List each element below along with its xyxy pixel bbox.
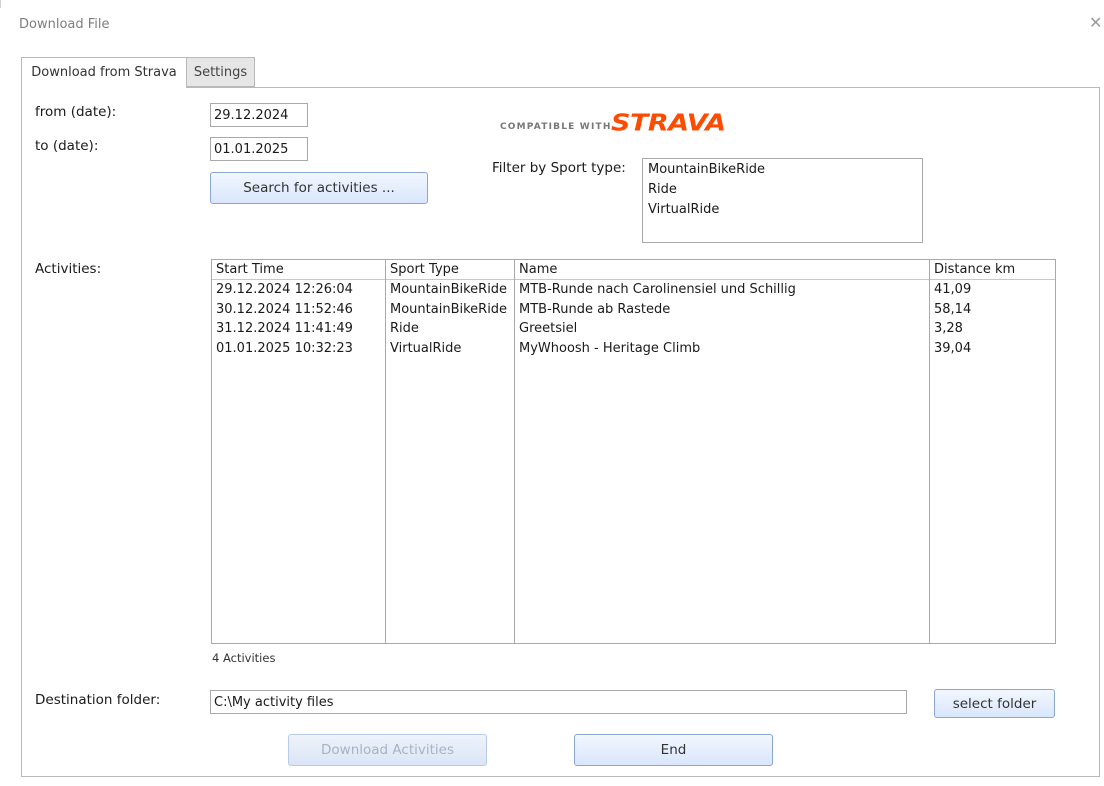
column-start-time: Start Time 29.12.2024 12:26:04 30.12.202… (212, 260, 386, 643)
close-icon[interactable]: ✕ (1089, 14, 1103, 32)
from-date-input[interactable] (210, 103, 308, 127)
column-name: Name MTB-Runde nach Carolinensiel und Sc… (515, 260, 930, 643)
activities-count: 4 Activities (212, 651, 276, 665)
column-header-sport-type[interactable]: Sport Type (386, 260, 514, 280)
destination-folder-label: Destination folder: (35, 692, 161, 708)
table-cell[interactable]: 31.12.2024 11:41:49 (212, 319, 385, 339)
table-cell[interactable]: VirtualRide (386, 339, 514, 359)
table-cell[interactable]: Greetsiel (515, 319, 929, 339)
column-distance: Distance km 41,09 58,14 3,28 39,04 (930, 260, 1055, 643)
table-cell[interactable]: 3,28 (930, 319, 1055, 339)
select-folder-button[interactable]: select folder (934, 689, 1055, 718)
table-cell[interactable]: MountainBikeRide (386, 280, 514, 300)
window-title: Download File (19, 17, 110, 32)
column-header-distance[interactable]: Distance km (930, 260, 1055, 280)
table-cell[interactable]: Ride (386, 319, 514, 339)
column-sport-type: Sport Type MountainBikeRide MountainBike… (386, 260, 515, 643)
strava-logo: STRAVA (611, 110, 726, 137)
table-cell[interactable]: MountainBikeRide (386, 300, 514, 320)
sport-type-option[interactable]: VirtualRide (643, 200, 922, 220)
table-cell[interactable]: MyWhoosh - Heritage Climb (515, 339, 929, 359)
sport-type-option[interactable]: Ride (643, 180, 922, 200)
column-header-start-time[interactable]: Start Time (212, 260, 385, 280)
table-cell[interactable]: 01.01.2025 10:32:23 (212, 339, 385, 359)
search-activities-button[interactable]: Search for activities ... (210, 172, 428, 204)
table-cell[interactable]: MTB-Runde nach Carolinensiel und Schilli… (515, 280, 929, 300)
table-cell[interactable]: 29.12.2024 12:26:04 (212, 280, 385, 300)
activities-label: Activities: (35, 261, 102, 277)
to-date-label: to (date): (35, 138, 99, 154)
table-cell[interactable]: 30.12.2024 11:52:46 (212, 300, 385, 320)
tab-settings[interactable]: Settings (187, 57, 255, 87)
table-cell[interactable]: 39,04 (930, 339, 1055, 359)
to-date-input[interactable] (210, 137, 308, 161)
end-button[interactable]: End (574, 734, 773, 766)
window-edge (0, 0, 1, 8)
table-cell[interactable]: 58,14 (930, 300, 1055, 320)
table-cell[interactable]: MTB-Runde ab Rastede (515, 300, 929, 320)
filter-sport-type-label: Filter by Sport type: (492, 160, 626, 176)
sport-type-option[interactable]: MountainBikeRide (643, 160, 922, 180)
table-cell[interactable]: 41,09 (930, 280, 1055, 300)
from-date-label: from (date): (35, 104, 117, 120)
download-activities-button[interactable]: Download Activities (288, 734, 487, 766)
activities-table[interactable]: Start Time 29.12.2024 12:26:04 30.12.202… (211, 259, 1056, 644)
destination-folder-input[interactable] (210, 690, 907, 714)
column-header-name[interactable]: Name (515, 260, 929, 280)
sport-type-listbox[interactable]: MountainBikeRide Ride VirtualRide (642, 158, 923, 243)
tab-download-from-strava[interactable]: Download from Strava (21, 57, 187, 88)
compatible-with-text: COMPATIBLE WITH (500, 122, 612, 132)
